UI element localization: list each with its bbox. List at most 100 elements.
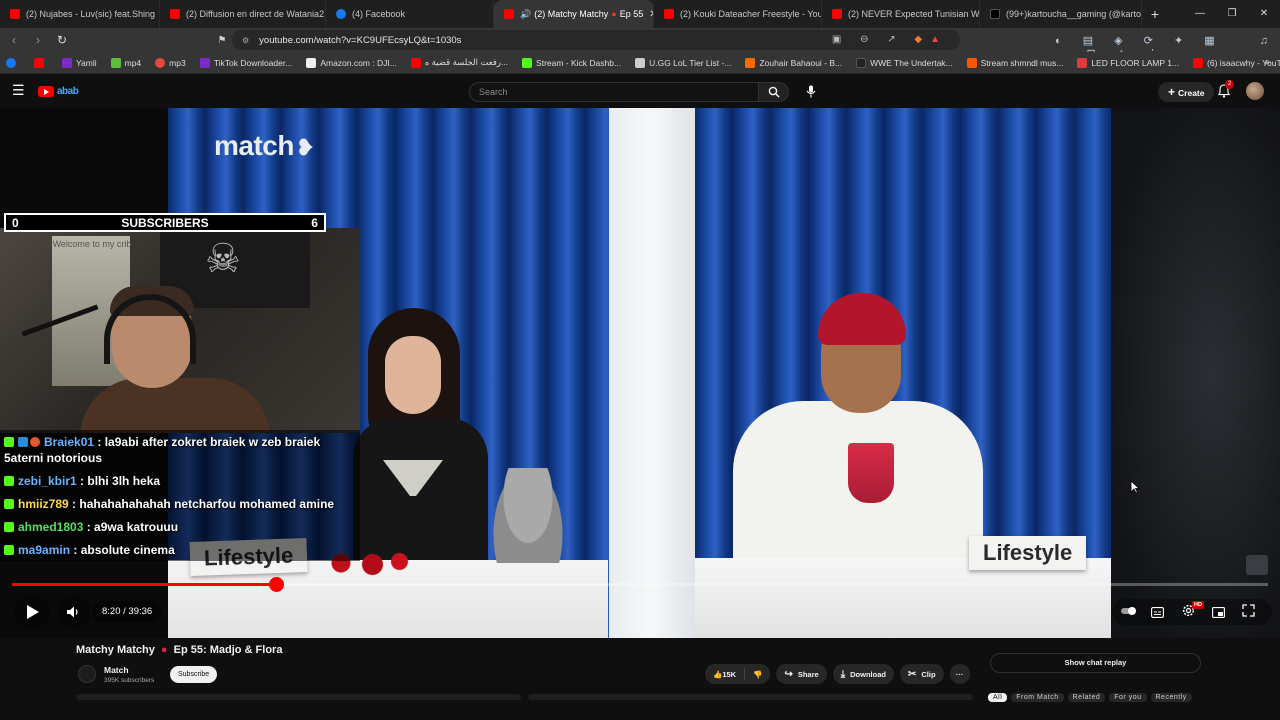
search-icon: [768, 86, 780, 98]
download-button[interactable]: ⤓ Download: [832, 664, 894, 684]
fullscreen-button[interactable]: [1242, 604, 1255, 622]
kick-badge-icon: [4, 522, 14, 532]
bookmark-item[interactable]: Amazon.com : DJI...: [306, 57, 397, 68]
menu-icon[interactable]: ☰: [12, 82, 25, 99]
clip-button[interactable]: ✂ Clip: [899, 664, 944, 684]
subtitles-button[interactable]: [1151, 605, 1164, 623]
volume-button[interactable]: [58, 596, 90, 628]
omnibox-action-icons[interactable]: ▣ ⊖ ↗ ◆▲: [832, 34, 948, 45]
bookmark-item[interactable]: LED FLOOR LAMP 1...: [1077, 57, 1179, 68]
more-actions-button[interactable]: ···: [949, 664, 970, 684]
address-bar[interactable]: ⚙ youtube.com/watch?v=KC9UFEcsyLQ&t=1030…: [232, 30, 960, 50]
bookmark-item[interactable]: Yamli: [62, 57, 97, 68]
close-window-icon[interactable]: ✕: [1248, 0, 1280, 28]
contestant-man: [733, 293, 993, 573]
tab-label: (2) Nujabes - Luv(sic) feat.Shing: [26, 9, 156, 19]
play-button[interactable]: [14, 596, 50, 628]
chat-username: zebi_kbir1: [18, 474, 77, 488]
forward-icon[interactable]: ›: [28, 33, 48, 47]
share-button[interactable]: ↪ Share: [776, 664, 827, 684]
video-info-area: Matchy Matchy ● Ep 55: Madjo & Flora Mat…: [0, 638, 1280, 720]
tab-label: (99+)kartoucha__gaming (@kartouc: [1006, 9, 1142, 19]
bookmark-item[interactable]: Stream shmndl mus...: [966, 57, 1063, 68]
browser-tab[interactable]: (2) NEVER Expected Tunisian Woma: [822, 0, 980, 28]
browser-tab[interactable]: (99+)kartoucha__gaming (@kartouc: [980, 0, 1142, 28]
bookmark-favicon-icon: [155, 57, 166, 68]
autoplay-toggle[interactable]: [1120, 604, 1138, 622]
bookmark-item[interactable]: رفعت الجلسة قضية ه...: [410, 57, 508, 68]
kick-badge-icon: [4, 545, 14, 555]
progress-bar-played: [12, 583, 276, 586]
player-controls: 8:20 / 39:36: [0, 593, 1280, 629]
bookmark-item[interactable]: mp4: [110, 57, 142, 68]
video-title: Matchy Matchy ● Ep 55: Madjo & Flora: [76, 644, 282, 656]
handshake-icon: ❥: [295, 135, 314, 160]
bookmark-item[interactable]: U.GG LoL Tier List -...: [635, 57, 731, 68]
chip-related[interactable]: Related: [1067, 693, 1106, 702]
youtube-play-logo-icon: [38, 85, 54, 97]
chat-username: Braiek01: [44, 435, 95, 449]
bookmark-item[interactable]: TikTok Downloader...: [199, 57, 292, 68]
maximize-icon[interactable]: ❐: [1216, 0, 1248, 28]
back-icon[interactable]: ‹: [4, 33, 24, 47]
create-button[interactable]: + Create: [1158, 82, 1215, 102]
chat-text: : blhi 3lh heka: [80, 474, 161, 488]
chip-recently[interactable]: Recently: [1150, 693, 1192, 702]
bookmarks-overflow-icon[interactable]: »: [1264, 57, 1270, 68]
bookmark-item[interactable]: mp3: [155, 57, 186, 68]
mouse-cursor-icon: [1130, 480, 1140, 494]
subscribe-button[interactable]: Subscribe: [170, 666, 218, 683]
autoplay-toggle-icon: [1121, 607, 1136, 615]
browser-tab[interactable]: (2) Diffusion en direct de Watania2 I: [160, 0, 326, 28]
minimize-icon[interactable]: —: [1184, 0, 1216, 28]
description-box[interactable]: [76, 694, 521, 700]
progress-bar[interactable]: [12, 577, 1268, 592]
subscriber-goal-label: SUBSCRIBERS: [121, 215, 209, 230]
video-player[interactable]: Lifestyle Lifestyle match❥ ☠ Welcome to …: [0, 108, 1280, 638]
new-tab-button[interactable]: +: [1142, 6, 1168, 22]
browser-tab[interactable]: (4) Facebook: [326, 0, 494, 28]
share-label: Share: [797, 669, 819, 679]
chat-text: : absolute cinema: [73, 543, 175, 557]
bookmark-item[interactable]: Zouhair Bahaoui - B...: [745, 57, 843, 68]
youtube-logo[interactable]: abab: [38, 84, 94, 98]
bookmark-label: Zouhair Bahaoui - B...: [759, 57, 843, 68]
show-chat-replay-button[interactable]: Show chat replay: [990, 653, 1201, 673]
bookmark-favicon-icon: [199, 57, 210, 68]
dislike-button[interactable]: 👎: [745, 664, 770, 684]
search-input[interactable]: Search: [469, 82, 759, 102]
account-avatar[interactable]: [1246, 82, 1264, 100]
comments-preview[interactable]: [528, 694, 973, 700]
voice-search-button[interactable]: [800, 81, 822, 103]
channel-name[interactable]: Match: [104, 665, 129, 675]
bookmark-favicon-icon: [522, 57, 533, 68]
bookmark-label: mp4: [124, 57, 142, 68]
welcome-sign-text: Welcome to my crib: [52, 239, 132, 249]
bookmark-item[interactable]: Stream - Kick Dashb...: [522, 57, 621, 68]
bookmark-favicon-icon: [62, 57, 72, 68]
browser-tab[interactable]: (2) Kouki Dateacher Freestyle - YouT: [654, 0, 822, 28]
bookmark-icon[interactable]: ⚑: [212, 35, 232, 46]
streamer-body: [80, 378, 270, 433]
bookmark-favicon-icon: [306, 57, 317, 68]
play-icon: [27, 605, 39, 619]
browser-tab-active[interactable]: 🔊 (2) Matchy Matchy ● Ep 55 ✕: [494, 0, 654, 28]
chip-all[interactable]: All: [988, 693, 1008, 702]
channel-watermark[interactable]: [1246, 555, 1268, 575]
bookmark-favicon-icon: [856, 57, 867, 68]
channel-avatar[interactable]: [78, 665, 96, 683]
browser-tab[interactable]: (2) Nujabes - Luv(sic) feat.Shing: [0, 0, 160, 28]
kick-badge-icon: [4, 476, 14, 486]
bookmark-facebook[interactable]: [6, 57, 20, 68]
notification-count-badge: 2: [1225, 80, 1235, 89]
progress-scrubber[interactable]: [268, 577, 284, 592]
reload-icon[interactable]: ↻: [52, 33, 72, 47]
chip-for-you[interactable]: For you: [1109, 693, 1147, 702]
search-button[interactable]: [759, 82, 789, 102]
bookmark-youtube[interactable]: [34, 57, 48, 68]
miniplayer-button[interactable]: [1212, 605, 1225, 623]
site-info-icon[interactable]: ⚙: [242, 36, 249, 45]
chip-from-channel[interactable]: From Match: [1011, 693, 1064, 702]
like-button[interactable]: 👍 15K: [705, 664, 744, 684]
bookmark-item[interactable]: WWE The Undertak...: [856, 57, 953, 68]
